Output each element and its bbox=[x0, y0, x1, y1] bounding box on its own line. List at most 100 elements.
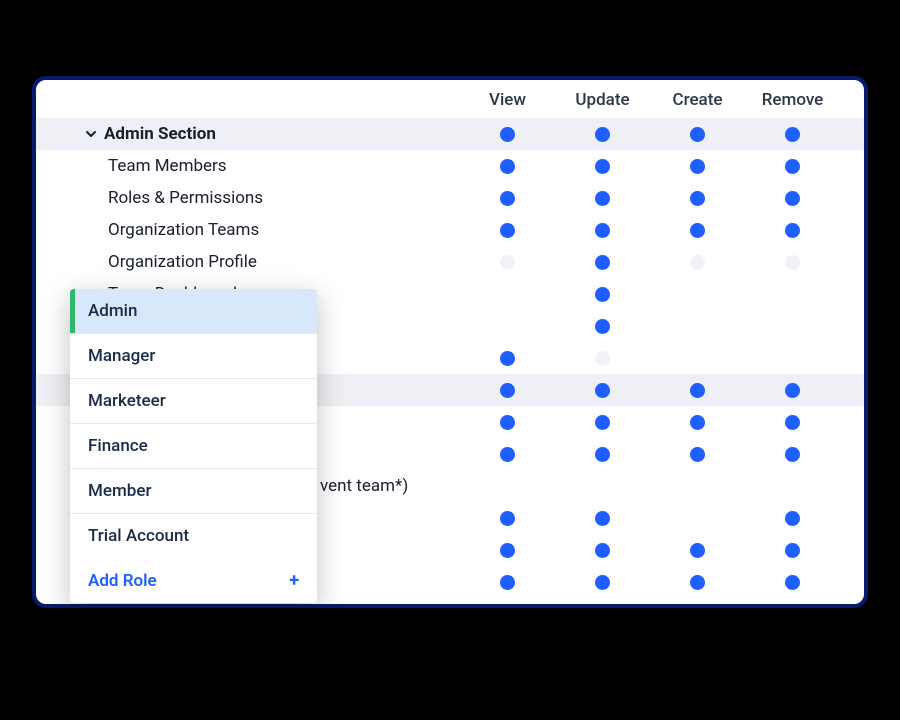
perm-cell[interactable] bbox=[460, 127, 555, 142]
perm-dot-on[interactable] bbox=[595, 319, 610, 334]
perm-cell[interactable] bbox=[460, 159, 555, 174]
perm-cell[interactable] bbox=[650, 191, 745, 206]
perm-dot-on[interactable] bbox=[500, 511, 515, 526]
perm-dot-on[interactable] bbox=[595, 127, 610, 142]
perm-dot-on[interactable] bbox=[785, 415, 800, 430]
perm-cell[interactable] bbox=[460, 415, 555, 430]
perm-cell[interactable] bbox=[650, 447, 745, 462]
perm-cell[interactable] bbox=[460, 191, 555, 206]
perm-cell[interactable] bbox=[745, 575, 840, 590]
perm-cell[interactable] bbox=[555, 415, 650, 430]
role-dropdown[interactable]: AdminManagerMarketeerFinanceMemberTrial … bbox=[70, 289, 317, 603]
perm-dot-off[interactable] bbox=[500, 255, 515, 270]
perm-cell[interactable] bbox=[460, 255, 555, 270]
perm-cell[interactable] bbox=[555, 255, 650, 270]
perm-dot-on[interactable] bbox=[500, 415, 515, 430]
perm-cell[interactable] bbox=[555, 191, 650, 206]
perm-cell[interactable] bbox=[650, 255, 745, 270]
perm-cell[interactable] bbox=[745, 223, 840, 238]
perm-dot-on[interactable] bbox=[500, 127, 515, 142]
perm-dot-on[interactable] bbox=[785, 127, 800, 142]
role-option[interactable]: Member bbox=[70, 469, 317, 514]
role-option[interactable]: Marketeer bbox=[70, 379, 317, 424]
perm-dot-on[interactable] bbox=[595, 511, 610, 526]
perm-dot-on[interactable] bbox=[690, 383, 705, 398]
perm-cell[interactable] bbox=[650, 415, 745, 430]
perm-cell[interactable] bbox=[460, 543, 555, 558]
perm-dot-on[interactable] bbox=[500, 191, 515, 206]
perm-dot-on[interactable] bbox=[785, 383, 800, 398]
perm-dot-on[interactable] bbox=[690, 575, 705, 590]
perm-cell[interactable] bbox=[460, 351, 555, 366]
perm-dot-on[interactable] bbox=[690, 191, 705, 206]
perm-cell[interactable] bbox=[460, 447, 555, 462]
perm-cell[interactable] bbox=[650, 223, 745, 238]
perm-dot-on[interactable] bbox=[690, 223, 705, 238]
perm-dot-on[interactable] bbox=[595, 575, 610, 590]
chevron-down-icon[interactable] bbox=[84, 127, 98, 141]
perm-cell[interactable] bbox=[650, 383, 745, 398]
perm-cell[interactable] bbox=[460, 511, 555, 526]
perm-dot-on[interactable] bbox=[595, 543, 610, 558]
perm-dot-on[interactable] bbox=[595, 191, 610, 206]
perm-dot-on[interactable] bbox=[500, 383, 515, 398]
perm-cell[interactable] bbox=[555, 319, 650, 334]
row-label[interactable]: Admin Section bbox=[60, 124, 460, 144]
perm-dot-on[interactable] bbox=[500, 223, 515, 238]
perm-dot-off[interactable] bbox=[690, 255, 705, 270]
perm-cell[interactable] bbox=[555, 223, 650, 238]
perm-dot-on[interactable] bbox=[785, 575, 800, 590]
perm-cell[interactable] bbox=[555, 575, 650, 590]
perm-dot-on[interactable] bbox=[690, 159, 705, 174]
perm-cell[interactable] bbox=[745, 159, 840, 174]
perm-cell[interactable] bbox=[555, 127, 650, 142]
perm-dot-on[interactable] bbox=[500, 159, 515, 174]
perm-cell[interactable] bbox=[555, 383, 650, 398]
perm-cell[interactable] bbox=[555, 511, 650, 526]
perm-cell[interactable] bbox=[650, 127, 745, 142]
perm-cell[interactable] bbox=[650, 543, 745, 558]
role-option[interactable]: Trial Account bbox=[70, 514, 317, 558]
perm-cell[interactable] bbox=[745, 383, 840, 398]
perm-cell[interactable] bbox=[460, 223, 555, 238]
perm-cell[interactable] bbox=[650, 159, 745, 174]
perm-cell[interactable] bbox=[650, 575, 745, 590]
perm-dot-on[interactable] bbox=[500, 543, 515, 558]
perm-cell[interactable] bbox=[555, 159, 650, 174]
perm-cell[interactable] bbox=[745, 191, 840, 206]
perm-dot-on[interactable] bbox=[785, 543, 800, 558]
perm-cell[interactable] bbox=[460, 575, 555, 590]
perm-dot-on[interactable] bbox=[785, 447, 800, 462]
perm-cell[interactable] bbox=[745, 255, 840, 270]
role-option[interactable]: Manager bbox=[70, 334, 317, 379]
perm-cell[interactable] bbox=[460, 383, 555, 398]
perm-dot-on[interactable] bbox=[690, 447, 705, 462]
perm-dot-on[interactable] bbox=[785, 159, 800, 174]
perm-dot-on[interactable] bbox=[595, 447, 610, 462]
perm-dot-on[interactable] bbox=[785, 223, 800, 238]
perm-cell[interactable] bbox=[745, 127, 840, 142]
perm-dot-on[interactable] bbox=[690, 127, 705, 142]
perm-dot-on[interactable] bbox=[500, 447, 515, 462]
perm-dot-on[interactable] bbox=[500, 351, 515, 366]
perm-dot-off[interactable] bbox=[785, 255, 800, 270]
perm-dot-on[interactable] bbox=[595, 255, 610, 270]
perm-cell[interactable] bbox=[555, 287, 650, 302]
perm-cell[interactable] bbox=[555, 447, 650, 462]
perm-dot-on[interactable] bbox=[595, 383, 610, 398]
perm-cell[interactable] bbox=[745, 543, 840, 558]
perm-dot-on[interactable] bbox=[785, 191, 800, 206]
perm-cell[interactable] bbox=[555, 351, 650, 366]
perm-cell[interactable] bbox=[745, 415, 840, 430]
perm-cell[interactable] bbox=[745, 447, 840, 462]
perm-dot-on[interactable] bbox=[500, 575, 515, 590]
add-role-button[interactable]: Add Role + bbox=[70, 558, 317, 603]
perm-cell[interactable] bbox=[555, 543, 650, 558]
perm-dot-on[interactable] bbox=[595, 287, 610, 302]
perm-dot-on[interactable] bbox=[595, 159, 610, 174]
perm-dot-on[interactable] bbox=[595, 415, 610, 430]
role-option[interactable]: Admin bbox=[70, 289, 317, 334]
perm-cell[interactable] bbox=[745, 511, 840, 526]
perm-dot-on[interactable] bbox=[595, 223, 610, 238]
perm-dot-on[interactable] bbox=[690, 543, 705, 558]
